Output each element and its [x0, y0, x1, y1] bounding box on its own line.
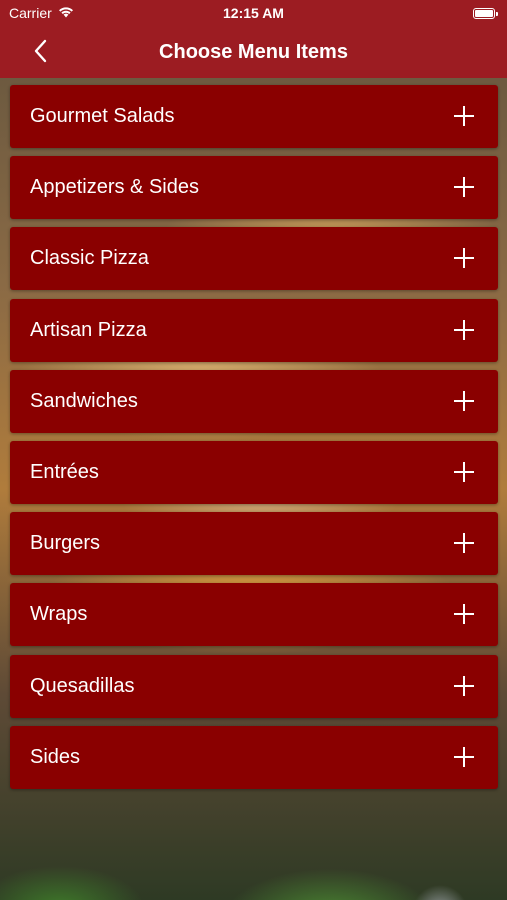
page-title: Choose Menu Items	[159, 41, 348, 63]
menu-category-quesadillas[interactable]: Quesadillas	[10, 654, 498, 718]
menu-category-label: Sandwiches	[30, 389, 138, 412]
plus-icon[interactable]	[454, 461, 474, 482]
menu-category-label: Wraps	[30, 603, 88, 626]
menu-category-list: Gourmet Salads Appetizers & Sides Classi…	[10, 85, 498, 797]
status-time: 12:15 AM	[223, 5, 284, 21]
plus-icon[interactable]	[454, 604, 474, 625]
menu-category-wraps[interactable]: Wraps	[10, 583, 498, 647]
menu-category-label: Gourmet Salads	[30, 105, 175, 127]
navigation-bar: Choose Menu Items	[0, 28, 507, 78]
menu-category-label: Sides	[30, 745, 81, 768]
plus-icon[interactable]	[454, 390, 474, 411]
plus-icon[interactable]	[454, 319, 474, 340]
menu-category-entrees[interactable]: Entrées	[10, 440, 498, 504]
menu-category-label: Classic Pizza	[30, 247, 149, 270]
battery-icon	[473, 8, 498, 19]
plus-icon[interactable]	[454, 746, 474, 767]
menu-category-label: Quesadillas	[30, 674, 135, 697]
plus-icon[interactable]	[454, 177, 474, 198]
menu-category-label: Artisan Pizza	[30, 318, 147, 341]
status-bar: Carrier 12:15 AM	[0, 0, 507, 28]
menu-category-classic-pizza[interactable]: Classic Pizza	[10, 227, 498, 291]
menu-category-sandwiches[interactable]: Sandwiches	[10, 369, 498, 433]
plus-icon[interactable]	[454, 675, 474, 696]
menu-category-appetizers-sides[interactable]: Appetizers & Sides	[10, 156, 498, 220]
menu-category-label: Entrées	[30, 460, 99, 483]
menu-category-gourmet-salads[interactable]: Gourmet Salads	[10, 85, 498, 148]
menu-category-burgers[interactable]: Burgers	[10, 512, 498, 576]
menu-category-sides[interactable]: Sides	[10, 725, 498, 789]
plus-icon[interactable]	[454, 248, 474, 269]
plus-icon[interactable]	[454, 106, 474, 126]
menu-category-artisan-pizza[interactable]: Artisan Pizza	[10, 298, 498, 362]
menu-category-label: Appetizers & Sides	[30, 176, 199, 199]
plus-icon[interactable]	[454, 533, 474, 554]
menu-category-label: Burgers	[30, 532, 101, 555]
